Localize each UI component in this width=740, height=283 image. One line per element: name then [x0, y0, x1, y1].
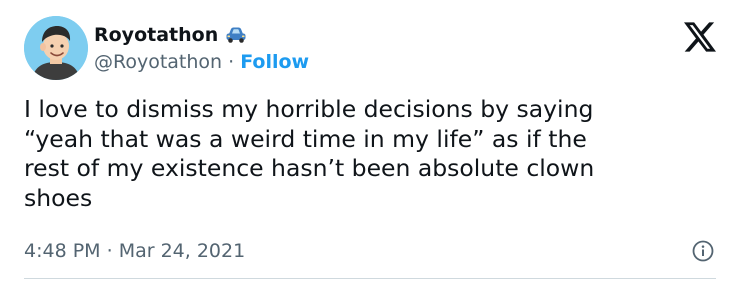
- author-handle-row: @Royotathon · Follow: [94, 51, 309, 73]
- author-handle[interactable]: @Royotathon: [94, 51, 222, 73]
- tweet-time[interactable]: 4:48 PM: [24, 240, 101, 262]
- author-name-row: Royotathon: [94, 24, 248, 46]
- handle-separator: ·: [222, 51, 241, 73]
- car-icon: [224, 25, 248, 45]
- info-icon[interactable]: [692, 240, 714, 262]
- avatar-illustration: [24, 16, 88, 80]
- meta-separator: ·: [100, 240, 119, 262]
- follow-button[interactable]: Follow: [240, 51, 309, 73]
- author-display-name[interactable]: Royotathon: [94, 24, 218, 46]
- tweet-meta: 4:48 PM · Mar 24, 2021: [24, 240, 245, 262]
- x-logo-icon[interactable]: [684, 22, 716, 52]
- tweet-text: I love to dismiss my horrible decisions …: [24, 95, 595, 212]
- divider: [24, 278, 716, 279]
- tweet-card: Royotathon @Royotathon · Follow I love t…: [0, 0, 740, 283]
- tweet-date[interactable]: Mar 24, 2021: [119, 240, 246, 262]
- avatar[interactable]: [24, 16, 88, 80]
